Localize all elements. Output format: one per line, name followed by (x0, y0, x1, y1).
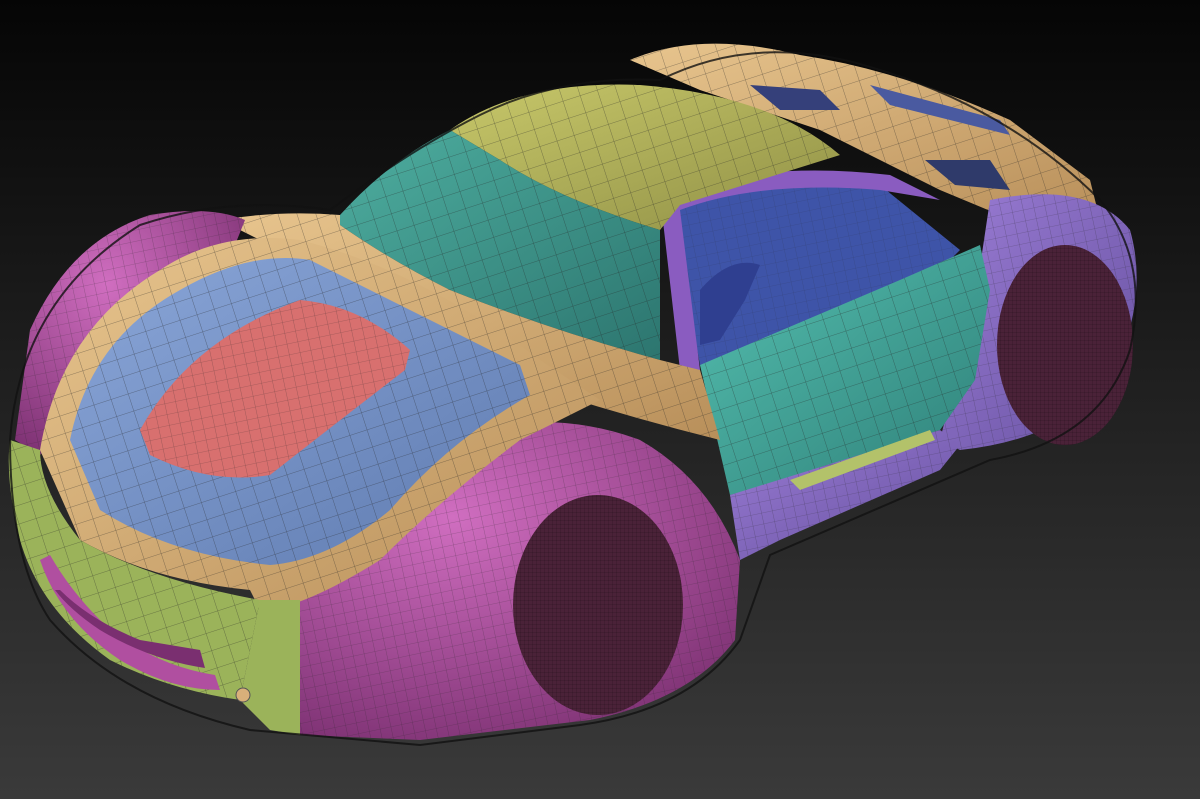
car-model[interactable] (0, 0, 1200, 799)
3d-viewport[interactable] (0, 0, 1200, 799)
fog-light (235, 687, 251, 703)
